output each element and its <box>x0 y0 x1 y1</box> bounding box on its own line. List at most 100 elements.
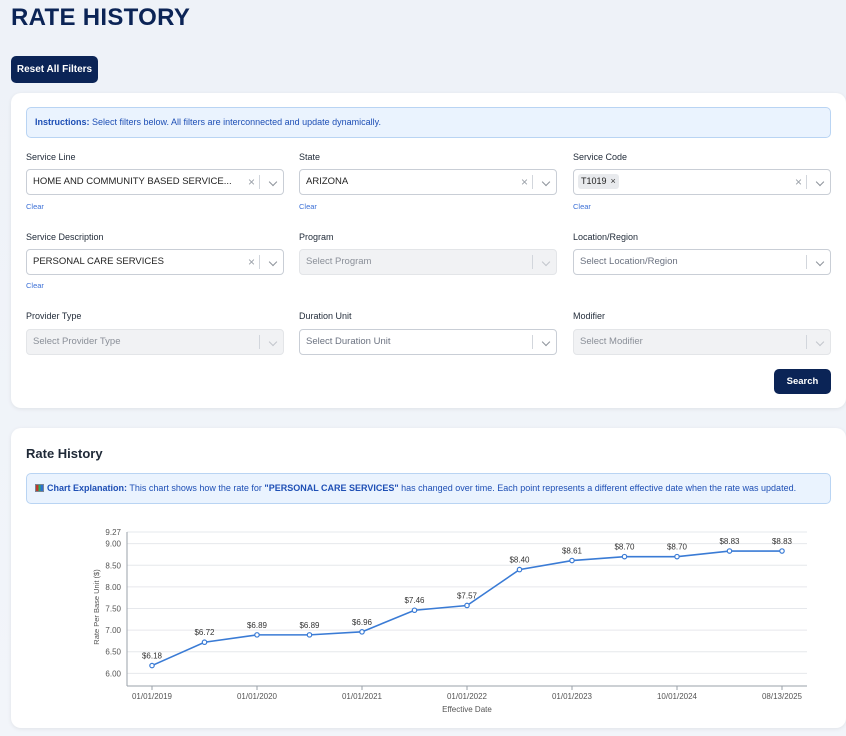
chart-explanation-title: Chart Explanation: <box>47 483 128 493</box>
separator <box>806 255 807 269</box>
data-label: $7.46 <box>404 596 425 605</box>
state-label: State <box>299 152 321 162</box>
data-point <box>621 553 628 560</box>
separator <box>532 335 533 349</box>
chevron-down-icon[interactable] <box>268 257 278 267</box>
separator <box>259 335 260 349</box>
y-tick-label: 7.00 <box>105 626 121 635</box>
x-axis-label: Effective Date <box>442 705 492 714</box>
x-tick-label: 08/13/2025 <box>762 692 803 701</box>
data-point <box>254 632 260 638</box>
data-point <box>464 602 470 609</box>
data-label: $7.57 <box>457 591 478 600</box>
separator <box>259 175 260 189</box>
chart-section-title: Rate History <box>26 446 103 461</box>
state-clear-icon[interactable]: × <box>521 170 528 194</box>
data-label: $8.83 <box>772 537 793 546</box>
data-point <box>411 607 418 614</box>
service-line-clear-icon[interactable]: × <box>248 170 255 194</box>
service-line-clear-link[interactable]: Clear <box>26 202 44 211</box>
y-tick-label: 7.50 <box>105 605 121 614</box>
location-region-label: Location/Region <box>573 232 639 242</box>
state-clear-link[interactable]: Clear <box>299 202 317 211</box>
modifier-placeholder: Select Modifier <box>580 336 643 347</box>
separator <box>259 255 260 269</box>
chevron-down-icon <box>541 257 551 267</box>
service-code-select[interactable]: T1019 × × <box>573 169 831 195</box>
instructions-text: Select filters below. All filters are in… <box>89 117 382 127</box>
service-description-value: PERSONAL CARE SERVICES <box>33 256 164 267</box>
service-code-clear-link[interactable]: Clear <box>573 202 591 211</box>
x-tick-label: 01/01/2021 <box>342 692 383 701</box>
chevron-down-icon[interactable] <box>541 337 551 347</box>
separator <box>806 335 807 349</box>
search-button[interactable]: Search <box>774 369 831 394</box>
service-code-clear-icon[interactable]: × <box>795 170 802 194</box>
y-tick-label: 8.50 <box>105 561 121 570</box>
chart-explanation-banner: Chart Explanation: This chart shows how … <box>26 473 831 504</box>
data-label: $8.61 <box>562 547 583 556</box>
service-description-select[interactable]: PERSONAL CARE SERVICES × <box>26 249 284 275</box>
data-point <box>726 548 733 554</box>
data-point <box>569 557 575 564</box>
y-tick-label: 9.00 <box>105 540 121 549</box>
location-region-select[interactable]: Select Location/Region <box>573 249 831 275</box>
x-tick-label: 01/01/2023 <box>552 692 593 701</box>
chevron-down-icon <box>815 337 825 347</box>
data-point <box>359 629 365 635</box>
x-tick-label: 01/01/2022 <box>447 692 488 701</box>
program-placeholder: Select Program <box>306 256 372 267</box>
data-label: $8.83 <box>719 537 740 546</box>
modifier-select: Select Modifier <box>573 329 831 355</box>
instructions-banner: Instructions: Select filters below. All … <box>26 107 831 138</box>
rate-history-card: Rate History Chart Explanation: This cha… <box>11 428 846 728</box>
data-point <box>674 553 680 560</box>
state-select[interactable]: ARIZONA × <box>299 169 557 195</box>
separator <box>806 175 807 189</box>
service-description-clear-icon[interactable]: × <box>248 250 255 274</box>
service-description-clear-link[interactable]: Clear <box>26 281 44 290</box>
reset-all-filters-button[interactable]: Reset All Filters <box>11 56 98 83</box>
chart-explanation-text-2: has changed over time. Each point repres… <box>398 483 797 493</box>
chevron-down-icon[interactable] <box>815 177 825 187</box>
rate-history-chart: 6.00 6.50 7.00 7.50 8.00 8.50 9.00 9.27 01/01/20… <box>92 528 807 714</box>
tag-remove-icon[interactable]: × <box>611 176 616 186</box>
chevron-down-icon[interactable] <box>541 177 551 187</box>
filters-card: Instructions: Select filters below. All … <box>11 93 846 408</box>
service-code-tag-label: T1019 <box>581 176 607 186</box>
x-tick-label: 01/01/2019 <box>132 692 173 701</box>
data-label: $6.89 <box>247 621 268 630</box>
y-tick-label: 9.27 <box>105 528 121 537</box>
provider-type-select: Select Provider Type <box>26 329 284 355</box>
service-line-label: Service Line <box>26 152 76 162</box>
chevron-down-icon[interactable] <box>815 257 825 267</box>
service-line-select[interactable]: HOME AND COMMUNITY BASED SERVICE... × <box>26 169 284 195</box>
data-point <box>149 662 155 669</box>
service-description-label: Service Description <box>26 232 104 242</box>
bar-chart-icon <box>35 484 44 492</box>
separator <box>532 175 533 189</box>
program-label: Program <box>299 232 334 242</box>
data-point <box>201 639 208 646</box>
data-label: $6.72 <box>194 628 215 637</box>
chart-explanation-text-1: This chart shows how the rate for <box>127 483 265 493</box>
instructions-title: Instructions: <box>35 117 90 127</box>
duration-unit-label: Duration Unit <box>299 311 352 321</box>
data-point <box>516 566 523 573</box>
x-tick-label: 10/01/2024 <box>657 692 698 701</box>
y-tick-label: 6.50 <box>105 648 121 657</box>
x-tick-label: 01/01/2020 <box>237 692 278 701</box>
duration-unit-select[interactable]: Select Duration Unit <box>299 329 557 355</box>
provider-type-label: Provider Type <box>26 311 82 321</box>
page-title: RATE HISTORY <box>11 4 191 31</box>
service-line-value: HOME AND COMMUNITY BASED SERVICE... <box>33 176 232 187</box>
modifier-label: Modifier <box>573 311 606 321</box>
data-label: $6.89 <box>299 621 320 630</box>
data-label: $6.96 <box>352 618 373 627</box>
chevron-down-icon[interactable] <box>268 177 278 187</box>
chart-explanation-highlight: "PERSONAL CARE SERVICES" <box>264 483 399 493</box>
data-label: $6.18 <box>142 652 163 661</box>
service-code-label: Service Code <box>573 152 628 162</box>
y-tick-label: 8.00 <box>105 583 121 592</box>
data-label: $8.70 <box>614 543 635 552</box>
